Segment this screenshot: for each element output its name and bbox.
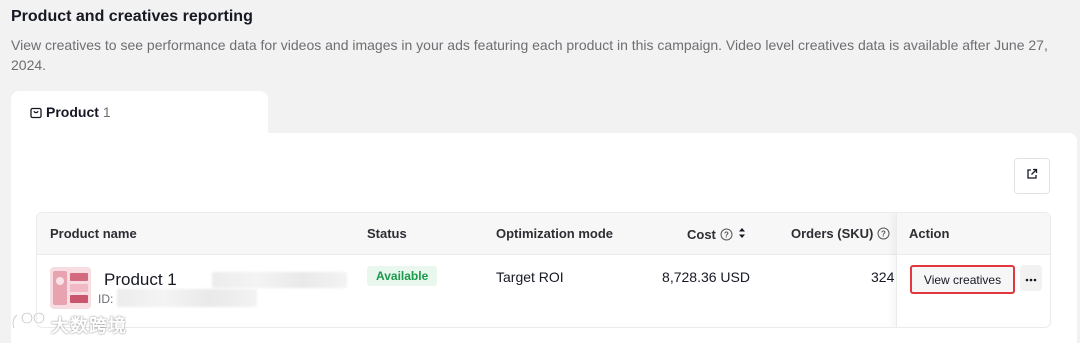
column-product-name: Product name (50, 226, 137, 241)
optimization-mode-value: Target ROI (496, 269, 564, 285)
svg-text:?: ? (881, 230, 886, 239)
help-icon[interactable]: ? (877, 227, 890, 240)
export-button[interactable] (1014, 158, 1050, 194)
watermark-logo-icon (9, 310, 49, 339)
product-name[interactable]: Product 1 (104, 270, 177, 290)
watermark-text: 大数跨境 (51, 315, 127, 336)
tab-product[interactable]: Product 1 (11, 91, 268, 139)
export-icon (1026, 167, 1038, 185)
column-action: Action (909, 226, 950, 241)
column-cost[interactable]: Cost ? (687, 226, 747, 243)
column-status: Status (367, 226, 407, 241)
products-table: Product name Status Optimization mode Co… (36, 212, 1051, 328)
watermark: 大数跨境 (9, 310, 127, 339)
column-action-header: Action (897, 213, 1050, 255)
tab-product-count: 1 (102, 104, 111, 120)
products-panel: Product name Status Optimization mode Co… (11, 133, 1077, 343)
more-actions-button[interactable] (1020, 265, 1042, 291)
column-orders: Orders (SKU) ? (791, 226, 890, 241)
product-tag-icon (30, 106, 42, 124)
product-thumbnail (50, 267, 91, 309)
section-description: View creatives to see performance data f… (11, 37, 1048, 73)
section-title: Product and creatives reporting (11, 8, 253, 25)
orders-value: 324 (871, 269, 895, 285)
column-optimization-mode: Optimization mode (496, 226, 613, 241)
sort-icon[interactable] (737, 226, 747, 243)
cost-value: 8,728.36 USD (662, 269, 750, 285)
view-creatives-button[interactable]: View creatives (910, 265, 1015, 294)
svg-text:?: ? (724, 231, 729, 240)
product-id-label: ID: (98, 292, 114, 306)
more-icon (1025, 269, 1037, 287)
status-badge: Available (367, 266, 438, 286)
help-icon[interactable]: ? (720, 228, 733, 241)
tab-product-label: Product 1 (46, 104, 111, 120)
